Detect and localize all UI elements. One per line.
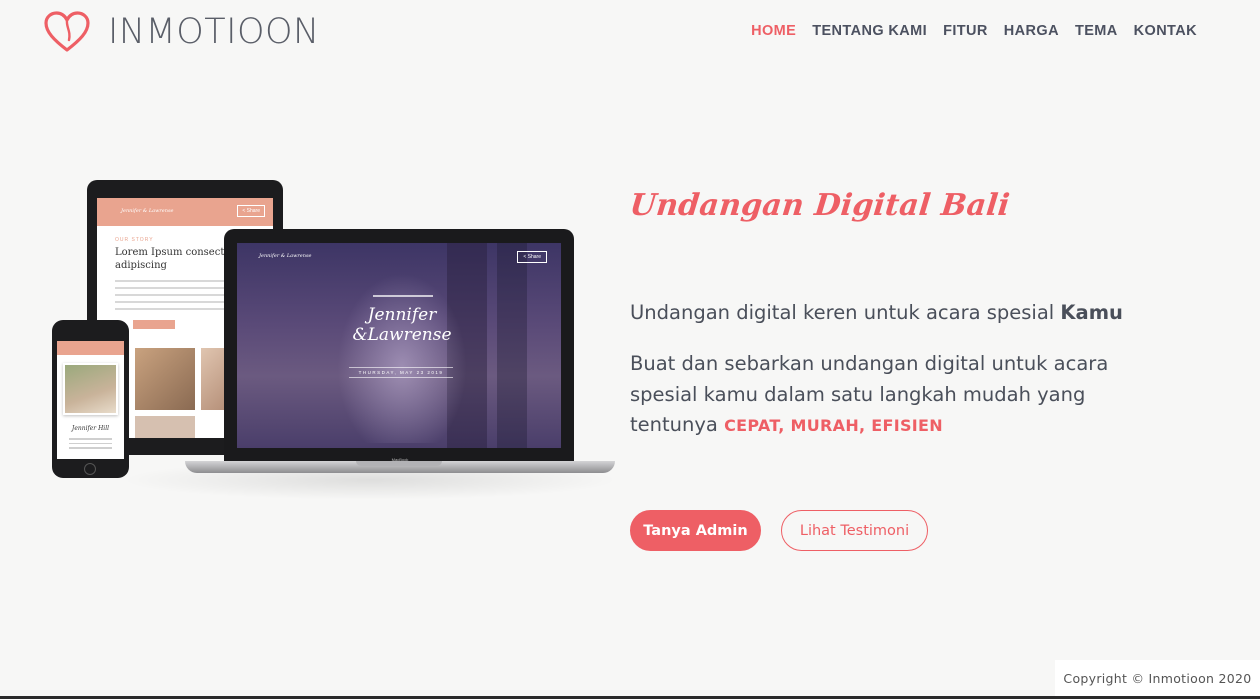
nav-item-kontak[interactable]: KONTAK	[1134, 21, 1197, 41]
tablet-mini-button	[133, 320, 175, 329]
nav-item-fitur[interactable]: FITUR	[943, 21, 988, 41]
laptop-couple-title: Jennifer &Lawrense	[352, 305, 452, 345]
logo[interactable]: INMOTIOON	[44, 10, 320, 54]
lihat-testimoni-button[interactable]: Lihat Testimoni	[781, 510, 928, 551]
ornament-divider	[373, 295, 433, 297]
tanya-admin-button[interactable]: Tanya Admin	[630, 510, 761, 551]
tablet-header-bar: Jennifer & Lawrense < Share	[97, 198, 273, 226]
heart-icon	[44, 11, 90, 52]
hero-highlight: CEPAT, MURAH, EFISIEN	[724, 416, 943, 435]
screen-couple-photo	[337, 273, 467, 443]
phone-text-lines	[69, 438, 112, 452]
brand-name: INMOTIOON	[108, 12, 320, 52]
tablet-section-label: OUR STORY	[115, 237, 154, 243]
device-mockup-illustration: Jennifer & Lawrense < Share OUR STORY Lo…	[0, 170, 620, 530]
phone-photo	[63, 363, 118, 415]
hero-subtitle-text: Undangan digital keren untuk acara spesi…	[630, 301, 1061, 324]
tablet-photo	[135, 416, 195, 438]
nav-item-tentang-kami[interactable]: TENTANG KAMI	[812, 21, 927, 41]
tablet-share-button: < Share	[237, 205, 265, 217]
phone-mockup: Jennifer Hill	[52, 320, 129, 478]
hero-title: Undangan Digital Bali	[628, 188, 1012, 223]
nav-item-home[interactable]: HOME	[751, 21, 796, 41]
tablet-photo	[135, 348, 195, 410]
laptop-couple-name: Jennifer & Lawrense	[259, 253, 312, 259]
hero-description: Buat dan sebarkan undangan digital untuk…	[630, 349, 1130, 442]
laptop-brand-label: MacBook	[391, 457, 409, 462]
nav-item-tema[interactable]: TEMA	[1075, 21, 1118, 41]
laptop-share-button: < Share	[517, 251, 547, 263]
phone-home-button	[84, 463, 96, 475]
laptop-mockup: Jennifer & Lawrense < Share Jennifer &La…	[224, 229, 574, 462]
nav-item-harga[interactable]: HARGA	[1004, 21, 1059, 41]
phone-screen: Jennifer Hill	[57, 341, 124, 459]
main-nav: HOME TENTANG KAMI FITUR HARGA TEMA KONTA…	[735, 21, 1197, 41]
copyright-text: Copyright © Inmotioon 2020	[1055, 660, 1260, 696]
screen-tree	[497, 243, 527, 448]
laptop-screen: Jennifer & Lawrense < Share Jennifer &La…	[237, 243, 561, 448]
phone-header-bar	[57, 341, 124, 355]
phone-person-name: Jennifer Hill	[71, 425, 110, 432]
hero-subtitle-bold: Kamu	[1060, 301, 1123, 324]
hero-subtitle: Undangan digital keren untuk acara spesi…	[630, 300, 1150, 326]
site-header: INMOTIOON HOME TENTANG KAMI FITUR HARGA …	[0, 0, 1260, 66]
tablet-couple-name: Jennifer & Lawrense	[121, 208, 174, 214]
laptop-event-date: THURSDAY, MAY 23 2019	[349, 367, 453, 378]
